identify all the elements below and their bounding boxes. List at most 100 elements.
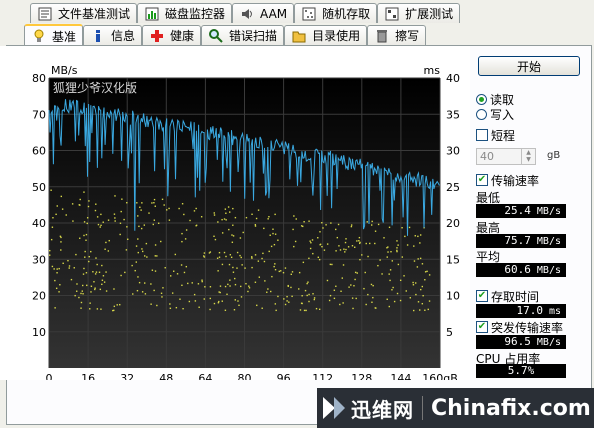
access-time-point bbox=[354, 246, 356, 248]
write-label: 写入 bbox=[490, 107, 515, 122]
access-time-point bbox=[119, 233, 121, 236]
access-time-point bbox=[88, 255, 90, 258]
access-time-point bbox=[313, 298, 316, 301]
access-time-point bbox=[386, 298, 388, 301]
access-time-point bbox=[302, 261, 305, 264]
tab-benchmark[interactable]: 基准 bbox=[24, 24, 84, 46]
access-time-point bbox=[344, 251, 346, 253]
access-time-point bbox=[283, 298, 285, 300]
burst-rate-checkbox[interactable]: ✔ 突发传输速率 bbox=[476, 320, 563, 335]
transfer-rate-checkbox[interactable]: ✔ 传输速率 bbox=[476, 173, 539, 188]
y-right-axis-label: ms bbox=[424, 64, 441, 77]
x-tick-label: 96 bbox=[277, 372, 291, 380]
access-time-point bbox=[105, 271, 107, 273]
start-button[interactable]: 开始 bbox=[478, 56, 580, 76]
access-time-point bbox=[168, 219, 171, 221]
access-time-point bbox=[197, 283, 200, 285]
max-value: 75.7 bbox=[504, 234, 531, 247]
access-unit: ms bbox=[548, 306, 561, 317]
tab-error-scan[interactable]: 错误扫描 bbox=[201, 25, 285, 45]
access-time-point bbox=[79, 198, 81, 201]
access-time-point bbox=[80, 301, 83, 304]
tab-aam[interactable]: AAM bbox=[232, 3, 295, 23]
access-time-point bbox=[391, 289, 393, 291]
access-time-point bbox=[154, 255, 157, 257]
access-time-point bbox=[261, 257, 263, 260]
access-time-point bbox=[240, 256, 242, 259]
min-unit: MB/s bbox=[536, 206, 561, 217]
access-time-point bbox=[325, 224, 327, 226]
access-time-point bbox=[366, 221, 368, 223]
access-time-point bbox=[56, 272, 58, 274]
write-radio[interactable]: 写入 bbox=[476, 107, 515, 122]
access-time-point bbox=[374, 242, 376, 245]
access-time-point bbox=[312, 252, 314, 255]
x-tick-label: 48 bbox=[159, 372, 173, 380]
access-time-point bbox=[390, 250, 392, 253]
y-right-tick-label: 25 bbox=[446, 181, 460, 194]
access-time-point bbox=[268, 216, 270, 218]
access-time-point bbox=[354, 271, 357, 274]
tab-disk-monitor[interactable]: 磁盘监控器 bbox=[137, 3, 233, 23]
access-time-point bbox=[153, 289, 155, 292]
access-time-point bbox=[181, 240, 183, 243]
access-time-point bbox=[49, 249, 51, 252]
access-time-point bbox=[56, 205, 58, 207]
access-time-point bbox=[94, 273, 97, 275]
access-time-point bbox=[232, 271, 235, 273]
access-time-point bbox=[225, 255, 227, 258]
access-time-point bbox=[268, 250, 270, 253]
access-time-point bbox=[335, 228, 337, 231]
access-time-point bbox=[181, 203, 184, 205]
access-time-point bbox=[137, 215, 139, 217]
access-time-checkbox[interactable]: ✔ 存取时间 bbox=[476, 289, 539, 304]
access-time-point bbox=[113, 288, 115, 290]
access-time-point bbox=[107, 250, 110, 252]
access-time-point bbox=[183, 271, 186, 274]
access-time-point bbox=[94, 209, 97, 212]
access-time-point bbox=[374, 307, 376, 309]
access-time-point bbox=[419, 257, 422, 260]
access-time-point bbox=[318, 308, 321, 311]
access-time-point bbox=[153, 198, 156, 201]
access-time-point bbox=[232, 235, 235, 237]
access-time-point bbox=[176, 273, 179, 275]
tab-random-access[interactable]: 随机存取 bbox=[294, 3, 378, 23]
spinner-arrows-icon[interactable]: ▲ ▼ bbox=[521, 149, 535, 164]
access-time-point bbox=[55, 287, 58, 290]
y-right-tick-label: 15 bbox=[446, 253, 460, 266]
access-time-point bbox=[413, 260, 416, 262]
access-time-point bbox=[217, 221, 219, 223]
y-right-tick-label: 40 bbox=[446, 72, 460, 85]
access-time-point bbox=[174, 253, 177, 256]
cpu-usage-value: 5.7% bbox=[507, 364, 535, 377]
tab-file-benchmark[interactable]: 文件基准测试 bbox=[30, 3, 138, 23]
short-stroke-size-spinner[interactable]: 40 ▲ ▼ bbox=[476, 148, 536, 165]
tab-extra-tests[interactable]: 扩展测试 bbox=[377, 3, 461, 23]
access-time-point bbox=[370, 283, 373, 286]
access-time-point bbox=[365, 303, 367, 306]
folder-icon bbox=[291, 29, 307, 43]
access-time-point bbox=[251, 256, 253, 258]
access-time-point bbox=[181, 232, 183, 235]
tab-folder-usage[interactable]: 目录使用 bbox=[284, 25, 368, 45]
access-time-point bbox=[245, 216, 248, 219]
access-time-point bbox=[100, 213, 102, 216]
access-time-point bbox=[299, 309, 302, 311]
access-time-point bbox=[139, 206, 141, 208]
access-time-point bbox=[277, 239, 279, 241]
tab-erase[interactable]: 擦写 bbox=[367, 25, 427, 45]
access-time-point bbox=[311, 239, 314, 241]
read-radio[interactable]: 读取 bbox=[476, 92, 514, 107]
access-time-point bbox=[274, 269, 277, 271]
short-stroke-checkbox[interactable]: 短程 bbox=[476, 128, 515, 143]
tab-health[interactable]: 健康 bbox=[142, 25, 202, 45]
access-time-point bbox=[354, 278, 356, 281]
access-time-point bbox=[144, 282, 146, 284]
access-time-point bbox=[53, 268, 55, 270]
access-time-point bbox=[329, 294, 332, 297]
access-time-point bbox=[107, 219, 110, 221]
tab-info[interactable]: 信息 bbox=[83, 25, 143, 45]
x-tick-label: 128 bbox=[351, 372, 372, 380]
access-time-point bbox=[367, 293, 369, 296]
